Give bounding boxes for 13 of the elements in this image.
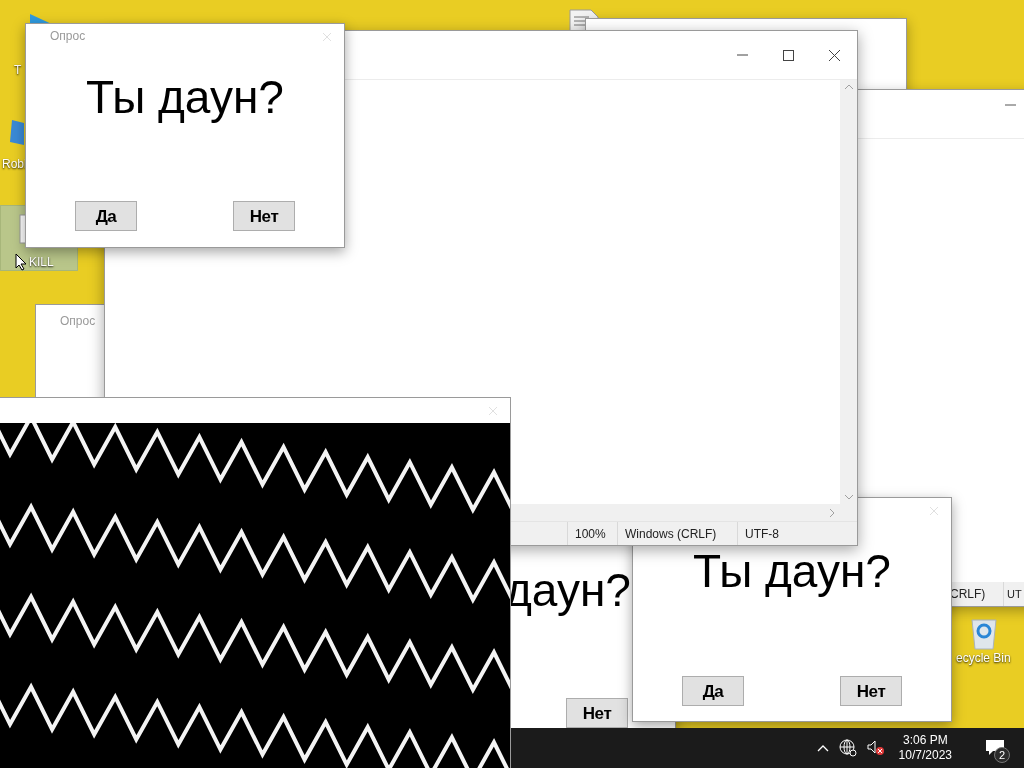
icon-label: KILL [29,256,54,268]
status-text: Windows (CRLF) [625,525,717,543]
icon-label: ecycle Bin [956,652,1011,664]
notification-count: 2 [994,747,1010,763]
clock-date: 10/7/2023 [898,748,952,763]
window-title: Опрос [60,313,96,330]
window-title: Опрос [50,28,86,45]
status-text: UT [1007,586,1022,602]
icon-label: T [14,64,22,76]
status-text: 100% [575,525,606,543]
clock-time: 3:06 PM [902,733,948,748]
icon-label: Robl [2,158,27,170]
status-text: UTF-8 [745,525,779,543]
